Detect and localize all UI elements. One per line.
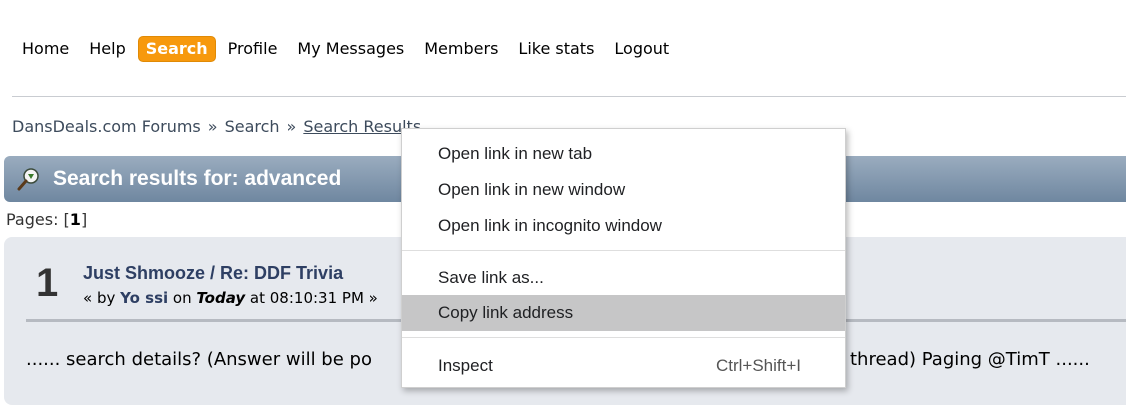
menu-item-label: Inspect bbox=[438, 356, 493, 375]
menu-open-new-tab[interactable]: Open link in new tab bbox=[402, 136, 845, 172]
nav-logout[interactable]: Logout bbox=[606, 36, 677, 62]
meta-time: at 08:10:31 PM » bbox=[245, 289, 378, 307]
menu-item-label: Open link in incognito window bbox=[438, 216, 662, 235]
menu-open-new-window[interactable]: Open link in new window bbox=[402, 172, 845, 208]
nav-search[interactable]: Search bbox=[137, 36, 216, 62]
page-title: Search results for: advanced bbox=[53, 167, 342, 190]
menu-open-incognito[interactable]: Open link in incognito window bbox=[402, 208, 845, 244]
nav-like-stats[interactable]: Like stats bbox=[510, 36, 602, 62]
top-nav: Home Help Search Profile My Messages Mem… bbox=[14, 36, 681, 62]
menu-item-label: Save link as... bbox=[438, 268, 544, 287]
menu-save-link-as[interactable]: Save link as... bbox=[402, 260, 845, 296]
result-body-right: thread) Paging @TimT ...... bbox=[850, 349, 1090, 370]
breadcrumb-search[interactable]: Search bbox=[225, 117, 280, 136]
result-number: 1 bbox=[36, 261, 59, 305]
meta-prefix: « by bbox=[83, 289, 121, 307]
nav-my-messages[interactable]: My Messages bbox=[289, 36, 412, 62]
result-author-link[interactable]: Yo ssi bbox=[120, 289, 168, 307]
breadcrumb: DansDeals.com Forums » Search » Search R… bbox=[12, 117, 421, 136]
subject-slash: / bbox=[205, 263, 221, 283]
breadcrumb-separator: » bbox=[286, 117, 297, 136]
nav-home[interactable]: Home bbox=[14, 36, 77, 62]
pagination: Pages: [1] bbox=[6, 210, 87, 229]
result-topic-link[interactable]: Re: DDF Trivia bbox=[220, 263, 343, 283]
nav-divider bbox=[12, 96, 1126, 97]
menu-inspect[interactable]: Inspect Ctrl+Shift+I bbox=[402, 348, 845, 384]
pages-label: Pages: [ bbox=[6, 210, 70, 229]
menu-item-label: Open link in new window bbox=[438, 180, 626, 199]
meta-today: Today bbox=[196, 289, 246, 307]
menu-copy-link-address[interactable]: Copy link address bbox=[402, 295, 845, 331]
nav-help[interactable]: Help bbox=[81, 36, 133, 62]
nav-members[interactable]: Members bbox=[416, 36, 506, 62]
context-menu: Open link in new tab Open link in new wi… bbox=[401, 128, 846, 388]
result-body-left: ...... search details? (Answer will be p… bbox=[26, 349, 372, 370]
menu-divider bbox=[402, 337, 845, 338]
result-meta: « by Yo ssi on Today at 08:10:31 PM » bbox=[83, 289, 378, 307]
result-subject: Just Shmooze / Re: DDF Trivia bbox=[83, 263, 343, 284]
page-current: 1 bbox=[69, 210, 81, 229]
breadcrumb-forums[interactable]: DansDeals.com Forums bbox=[12, 117, 201, 136]
search-results-icon bbox=[17, 168, 39, 191]
menu-item-label: Open link in new tab bbox=[438, 144, 593, 163]
pages-close: ] bbox=[80, 210, 88, 229]
nav-profile[interactable]: Profile bbox=[220, 36, 286, 62]
menu-divider bbox=[402, 250, 845, 251]
menu-item-label: Copy link address bbox=[438, 303, 574, 322]
breadcrumb-separator: » bbox=[207, 117, 218, 136]
meta-on: on bbox=[168, 289, 197, 307]
menu-shortcut: Ctrl+Shift+I bbox=[715, 356, 801, 375]
result-board-link[interactable]: Just Shmooze bbox=[83, 263, 205, 283]
